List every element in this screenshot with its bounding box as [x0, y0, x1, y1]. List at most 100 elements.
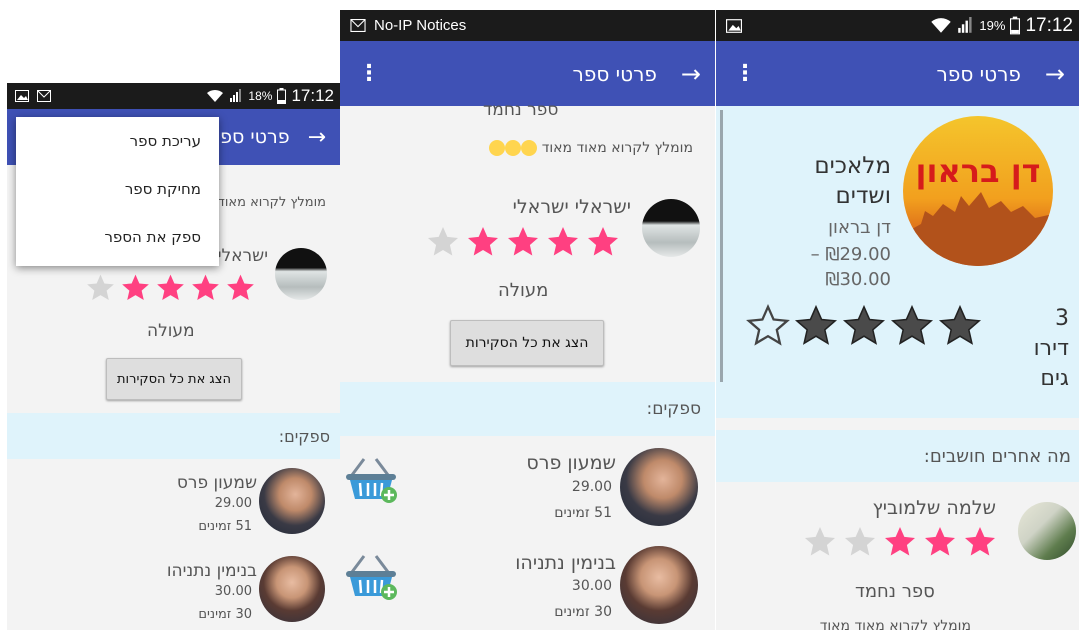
supplier-avatar [259, 468, 325, 534]
battery-percent: 19% [979, 18, 1006, 33]
reviews-header: מה אחרים חושבים: [923, 446, 1071, 467]
wifi-icon [931, 18, 952, 33]
star-filled-icon [794, 304, 838, 345]
show-all-reviews-button[interactable]: הצג את כל הסקירות [106, 358, 242, 400]
book-title: מלאכים [814, 153, 891, 179]
screen-right: 19% 17:12 ⋮ פרטי ספר → דן בראון מלאכים ו… [716, 10, 1079, 630]
supplier-available: 30 זמינים [198, 607, 252, 622]
suppliers-header: ספקים: [646, 399, 701, 419]
signal-icon [958, 17, 972, 33]
screen-left: 18% 17:12 פרטי ספר → מומלץ לקרוא מאוד מא… [7, 83, 340, 630]
wifi-icon [207, 89, 224, 102]
screen-middle: No-IP Notices ⋮ פרטי ספר → ספר נחמד מומל… [340, 10, 715, 630]
star-filled-icon [965, 527, 995, 556]
supplier-price: 30.00 [571, 578, 612, 594]
show-all-reviews-button[interactable]: הצג את כל הסקירות [450, 320, 604, 366]
supplier-name: בנימין נתניהו [166, 561, 257, 581]
review-rating [800, 524, 1000, 560]
clock: 17:12 [1025, 14, 1073, 36]
gallery-icon [726, 18, 742, 33]
battery-icon [1010, 16, 1021, 35]
supplier-available: 51 זמינים [198, 519, 252, 534]
signal-icon [230, 89, 242, 102]
supplier-price: 30.00 [214, 584, 252, 599]
page-title: פרטי ספר [209, 126, 290, 148]
cover-title: דן בראון [915, 152, 1041, 190]
status-bar: 18% 17:12 [7, 83, 340, 109]
supplier-avatar [259, 556, 325, 622]
star-filled-icon [938, 304, 982, 345]
overflow-menu: עריכת ספר מחיקת ספר ספק את הספר [16, 117, 219, 266]
menu-item-supply[interactable]: ספק את הספר [16, 213, 219, 261]
book-author: דן בראון [828, 217, 891, 238]
ratings-label: גים [1040, 366, 1069, 391]
star-filled-icon [122, 274, 149, 300]
supplier-available: 51 זמינים [554, 505, 612, 521]
reviewer-avatar [1018, 502, 1076, 560]
star-outline-icon [746, 303, 790, 346]
review-title: ספר נחמד [855, 581, 935, 602]
cover-skyline [903, 192, 1053, 266]
gallery-icon [15, 90, 29, 102]
review-body: מומלץ לקרוא מאוד מאוד [819, 618, 971, 630]
ratings-count: 3 [1055, 306, 1069, 331]
back-arrow-icon[interactable]: → [1045, 60, 1065, 88]
book-title: ושדים [835, 183, 891, 209]
reviewer-name: שלמה שלמוביץ [872, 497, 996, 519]
star-filled-icon [157, 274, 184, 300]
star-filled-icon [842, 304, 886, 345]
star-empty-icon [428, 227, 458, 256]
star-filled-icon [192, 274, 219, 300]
ratings-label: דירו [1033, 336, 1069, 361]
star-filled-icon [890, 304, 934, 345]
review-body: מומלץ לקרוא מאוד מאוד [489, 140, 693, 156]
menu-item-edit[interactable]: עריכת ספר [16, 117, 219, 165]
star-empty-icon [805, 527, 835, 556]
mail-icon [37, 90, 51, 102]
star-filled-icon [588, 227, 618, 256]
menu-item-delete[interactable]: מחיקת ספר [16, 165, 219, 213]
back-arrow-icon[interactable]: → [308, 125, 326, 150]
smile-icon [521, 140, 538, 156]
review-rating [423, 224, 623, 260]
supplier-avatar [620, 448, 698, 526]
supplier-available: 30 זמינים [554, 604, 612, 620]
add-to-cart-icon[interactable] [342, 550, 400, 606]
smile-icon [489, 140, 506, 156]
scroll-indicator [720, 110, 723, 382]
book-old-price: ₪30.00 [825, 269, 891, 290]
review-title: ספר נחמד [483, 100, 559, 120]
status-bar: No-IP Notices [340, 10, 715, 41]
star-filled-icon [468, 227, 498, 256]
battery-icon [277, 88, 287, 104]
book-cover: דן בראון [903, 116, 1053, 266]
star-filled-icon [227, 274, 254, 300]
star-filled-icon [925, 527, 955, 556]
suppliers-header: ספקים: [278, 427, 330, 446]
overflow-menu-icon[interactable]: ⋮ [358, 61, 380, 86]
star-filled-icon [548, 227, 578, 256]
back-arrow-icon[interactable]: → [681, 60, 701, 88]
clock: 17:12 [291, 86, 334, 105]
page-title: פרטי ספר [936, 61, 1021, 86]
overflow-menu-icon[interactable]: ⋮ [734, 61, 756, 86]
supplier-name: שמעון פרס [526, 452, 616, 474]
smile-icon [505, 140, 522, 156]
star-empty-icon [845, 527, 875, 556]
book-rating [744, 303, 984, 349]
app-bar: ⋮ פרטי ספר → [340, 41, 715, 106]
add-to-cart-icon[interactable] [342, 453, 400, 509]
battery-percent: 18% [248, 89, 273, 103]
review-title: מעולה [498, 280, 549, 301]
status-bar: 19% 17:12 [716, 10, 1079, 41]
reviewer-name: ישראלי ישראלי [512, 196, 631, 218]
star-empty-icon [87, 274, 114, 300]
review-rating [83, 272, 258, 304]
supplier-price: 29.00 [214, 496, 252, 511]
review-title: מעולה [147, 321, 195, 341]
star-filled-icon [508, 227, 538, 256]
app-bar: ⋮ פרטי ספר → [716, 41, 1079, 106]
mail-icon [350, 19, 366, 32]
supplier-avatar [620, 546, 698, 624]
reviewer-avatar [275, 248, 327, 300]
